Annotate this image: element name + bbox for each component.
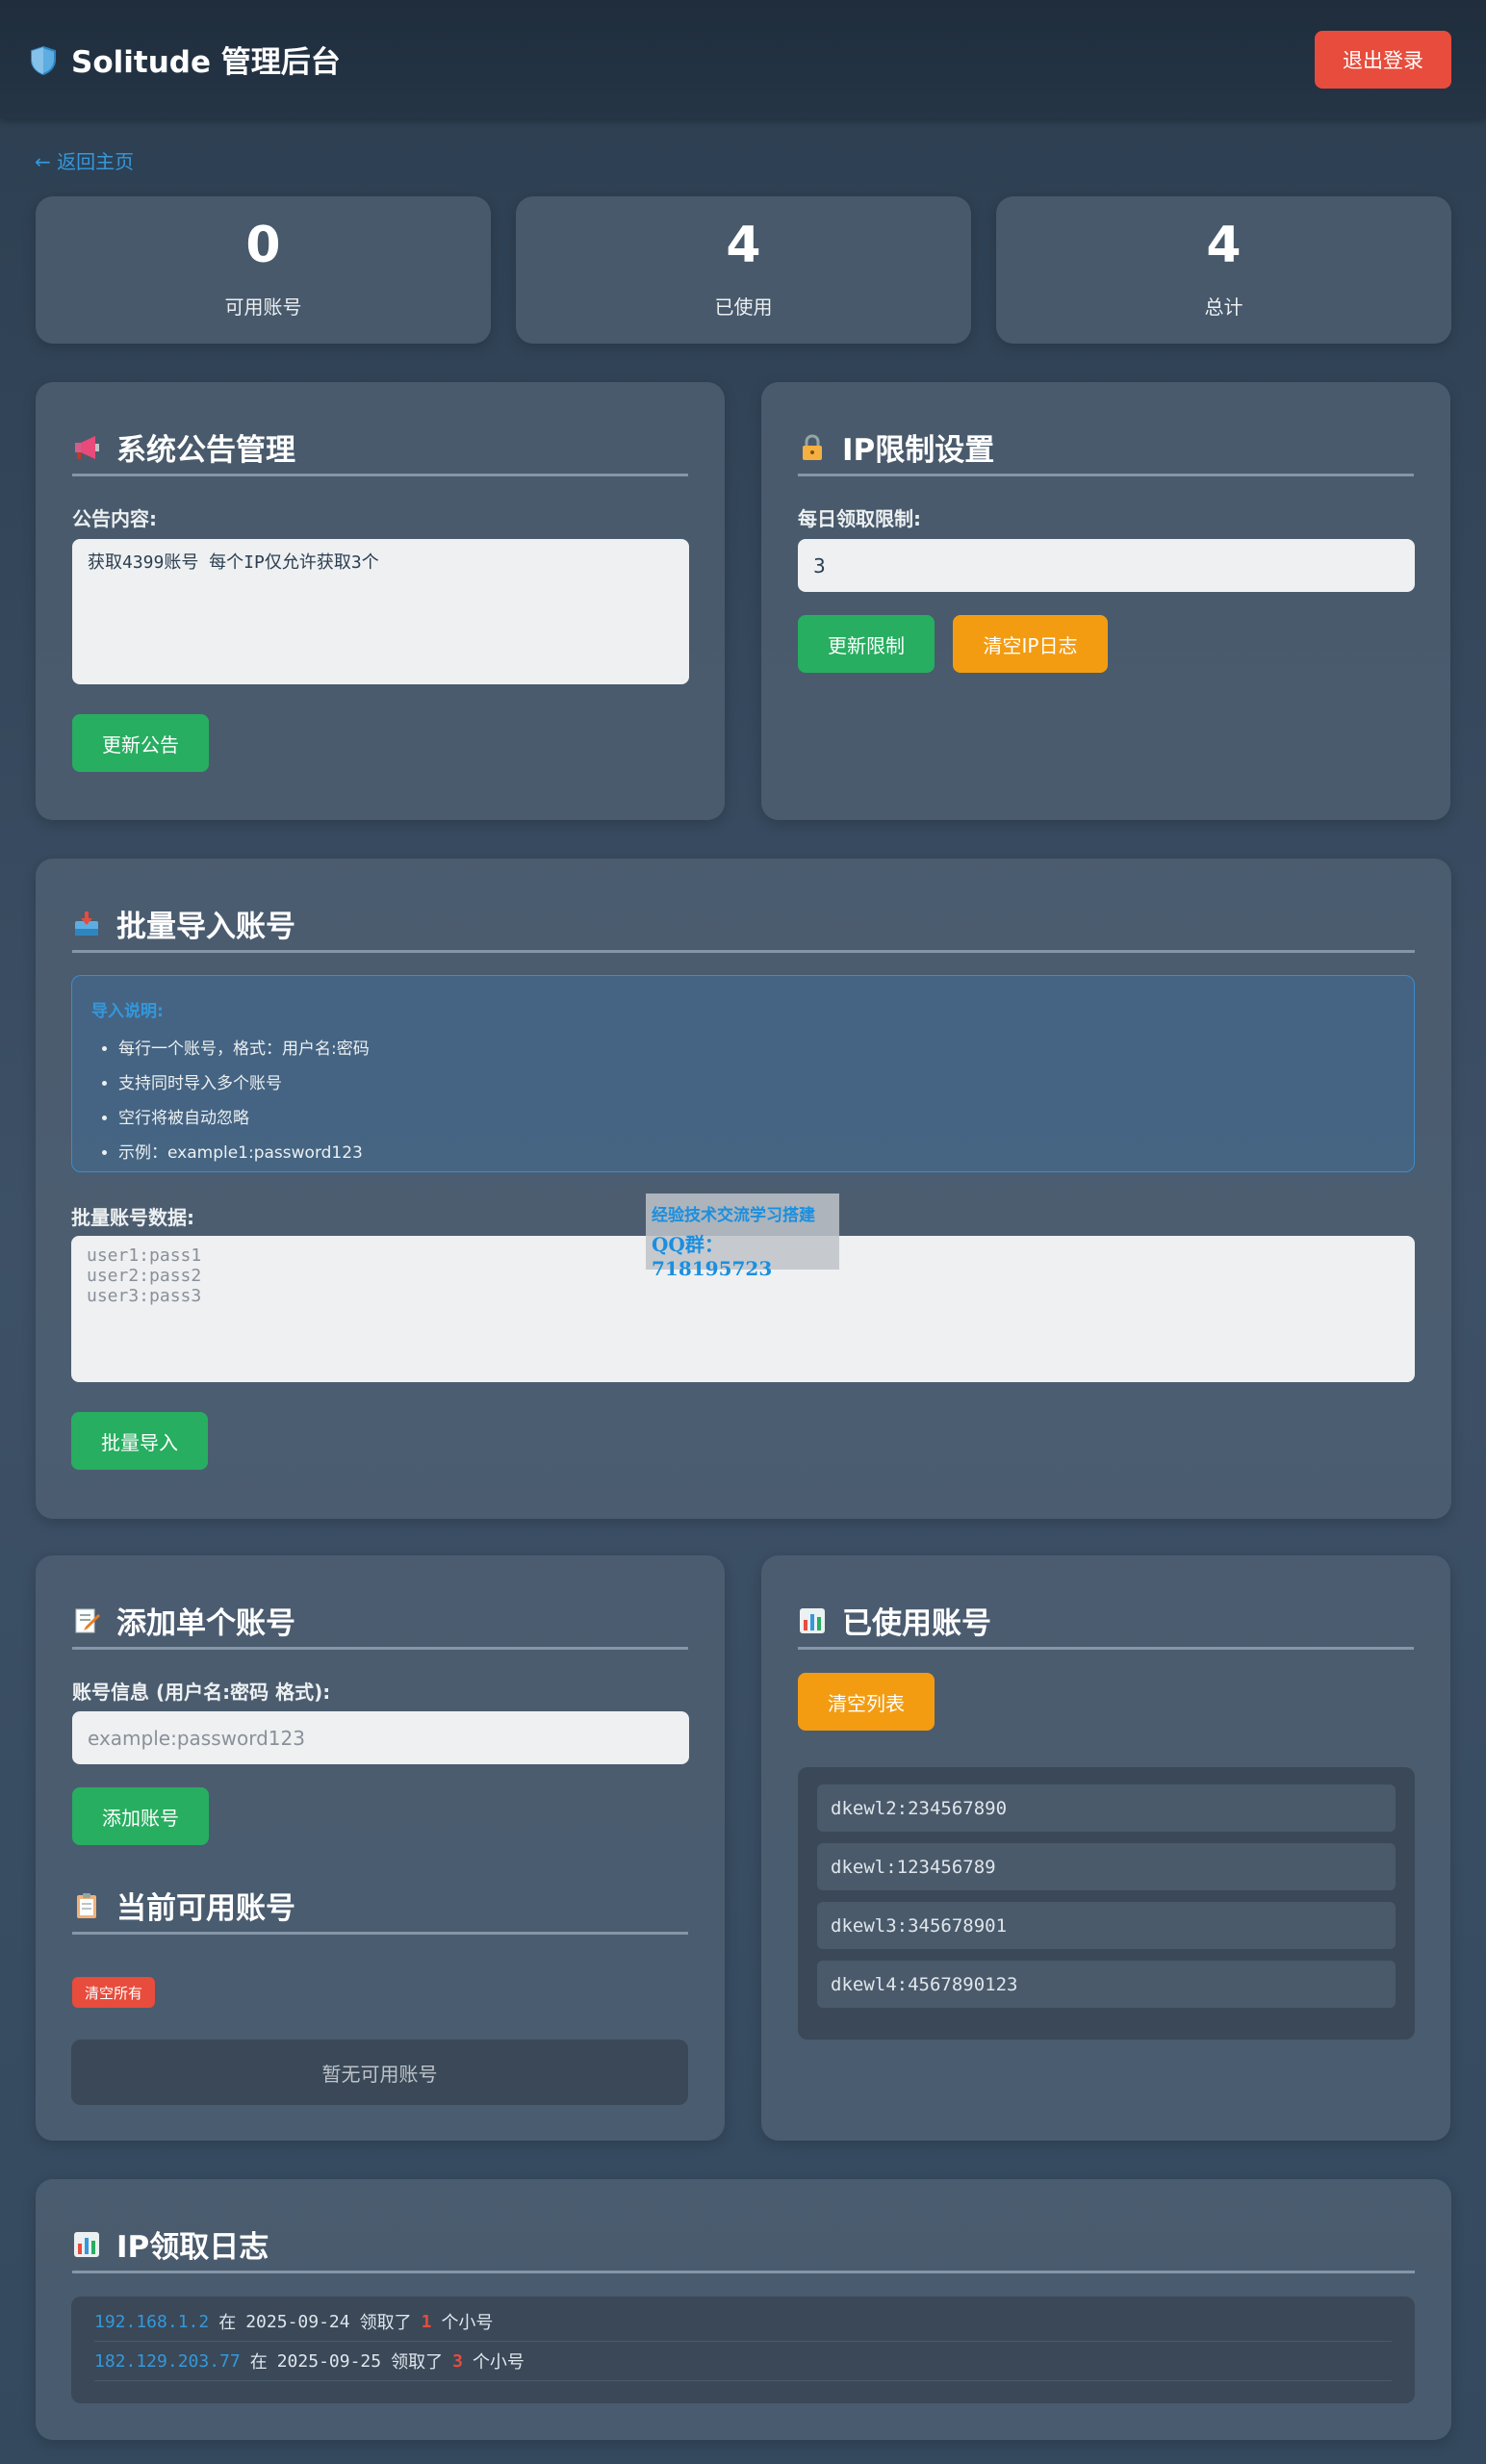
clear-all-button[interactable]: 清空所有 [72,1977,155,2008]
input-placeholder: example:password123 [88,1726,305,1750]
watermark-line: 经验技术交流学习搭建 [652,1206,815,1225]
section-title: 系统公告管理 [72,421,688,476]
batch-import-card: 批量导入账号 [36,859,1451,1519]
list-item: 每行一个账号，格式：用户名:密码 [118,1035,1395,1059]
lock-icon [798,433,827,462]
list-item: 支持同时导入多个账号 [118,1069,1395,1093]
used-accounts-list: dkewl2:234567890 dkewl:123456789 dkewl3:… [798,1767,1415,2040]
stat-label: 可用账号 [224,295,302,319]
stat-value: 0 [245,217,281,274]
watermark: 经验技术交流学习搭建 QQ群：718195723 [646,1194,839,1280]
log-row: 192.168.1.2 在 2025-09-24 领取了 1 个小号 [94,2302,1392,2342]
section-title-text: 系统公告管理 [116,433,295,468]
add-account-button[interactable]: 添加账号 [72,1787,209,1845]
log-date: 2025-09-25 [276,2350,382,2372]
stat-total: 4 总计 [996,196,1451,344]
instructions-list: 每行一个账号，格式：用户名:密码 支持同时导入多个账号 空行将被自动忽略 示例：… [91,1035,1395,1163]
log-text: 领取了 [359,2313,412,2333]
section-title: 批量导入账号 [72,897,1415,953]
account-info-label: 账号信息 (用户名:密码 格式): [72,1681,331,1704]
shield-icon [29,45,58,75]
clipboard-icon [72,1891,101,1920]
bar-chart-icon [798,1606,827,1635]
list-item: dkewl3:345678901 [817,1902,1396,1949]
log-text: 个小号 [441,2313,494,2333]
logout-button[interactable]: 退出登录 [1315,30,1451,89]
list-item: dkewl4:4567890123 [817,1961,1396,2008]
log-row: 182.129.203.77 在 2025-09-25 领取了 3 个小号 [94,2342,1392,2381]
clear-ip-log-button[interactable]: 清空IP日志 [953,615,1108,673]
announcement-label: 公告内容: [72,507,157,530]
log-text: 领取了 [391,2352,444,2373]
batch-import-button[interactable]: 批量导入 [71,1412,208,1470]
section-title: 当前可用账号 [72,1879,688,1935]
back-home-link[interactable]: ← 返回主页 [35,146,134,174]
log-text: 在 [249,2352,268,2373]
account-info-input[interactable]: example:password123 [72,1711,689,1764]
log-count: 1 [421,2311,432,2332]
log-text: 在 [218,2313,237,2333]
stat-value: 4 [726,217,761,274]
daily-limit-input[interactable]: 3 [798,539,1415,592]
section-title: IP限制设置 [798,421,1414,476]
placeholder-line: user3:pass3 [87,1286,202,1306]
watermark-line: QQ群：718195723 [652,1233,773,1280]
list-item: 示例：example1:password123 [118,1139,1395,1163]
section-title-text: 添加单个账号 [116,1606,295,1641]
brand: Solitude 管理后台 [29,38,341,81]
top-bar: Solitude 管理后台 退出登录 [0,0,1486,118]
announcement-card: 系统公告管理 公告内容: 获取4399账号 每个IP仅允许获取3个 更新公告 [36,382,725,820]
log-ip: 182.129.203.77 [94,2350,241,2372]
log-text: 个小号 [472,2352,525,2373]
log-ip: 192.168.1.2 [94,2311,210,2332]
instructions-title: 导入说明: [91,1002,164,1021]
section-title-text: 已使用账号 [842,1606,991,1641]
batch-data-label: 批量账号数据: [71,1206,194,1229]
import-instructions: 导入说明: 每行一个账号，格式：用户名:密码 支持同时导入多个账号 空行将被自动… [71,975,1415,1172]
available-empty-state: 暂无可用账号 [71,2040,688,2105]
section-title-text: IP领取日志 [116,2230,269,2265]
stat-used: 4 已使用 [516,196,971,344]
inbox-tray-icon [72,910,101,938]
update-limit-button[interactable]: 更新限制 [798,615,935,673]
megaphone-icon [72,433,101,462]
section-title: 添加单个账号 [72,1594,688,1650]
log-date: 2025-09-24 [245,2311,350,2332]
ip-limit-card: IP限制设置 每日领取限制: 3 更新限制 清空IP日志 [761,382,1450,820]
list-item: dkewl2:234567890 [817,1784,1396,1832]
list-item: 空行将被自动忽略 [118,1104,1395,1128]
log-count: 3 [452,2350,463,2372]
page-title: Solitude 管理后台 [71,45,341,80]
section-title-text: 当前可用账号 [116,1891,295,1926]
clear-used-list-button[interactable]: 清空列表 [798,1673,935,1731]
section-title: IP领取日志 [72,2218,1415,2273]
update-announcement-button[interactable]: 更新公告 [72,714,209,772]
stat-available: 0 可用账号 [36,196,491,344]
bar-chart-icon [72,2230,101,2259]
section-title: 已使用账号 [798,1594,1414,1650]
ip-log-list: 192.168.1.2 在 2025-09-24 领取了 1 个小号 182.1… [71,2297,1415,2403]
announcement-textarea[interactable]: 获取4399账号 每个IP仅允许获取3个 [72,539,689,684]
section-title-text: IP限制设置 [842,433,995,468]
list-item: dkewl:123456789 [817,1843,1396,1890]
section-title-text: 批量导入账号 [116,910,295,944]
stat-label: 已使用 [714,295,773,319]
memo-icon [72,1606,101,1635]
stat-label: 总计 [1204,295,1243,319]
daily-limit-label: 每日领取限制: [798,507,921,530]
stat-value: 4 [1206,217,1242,274]
